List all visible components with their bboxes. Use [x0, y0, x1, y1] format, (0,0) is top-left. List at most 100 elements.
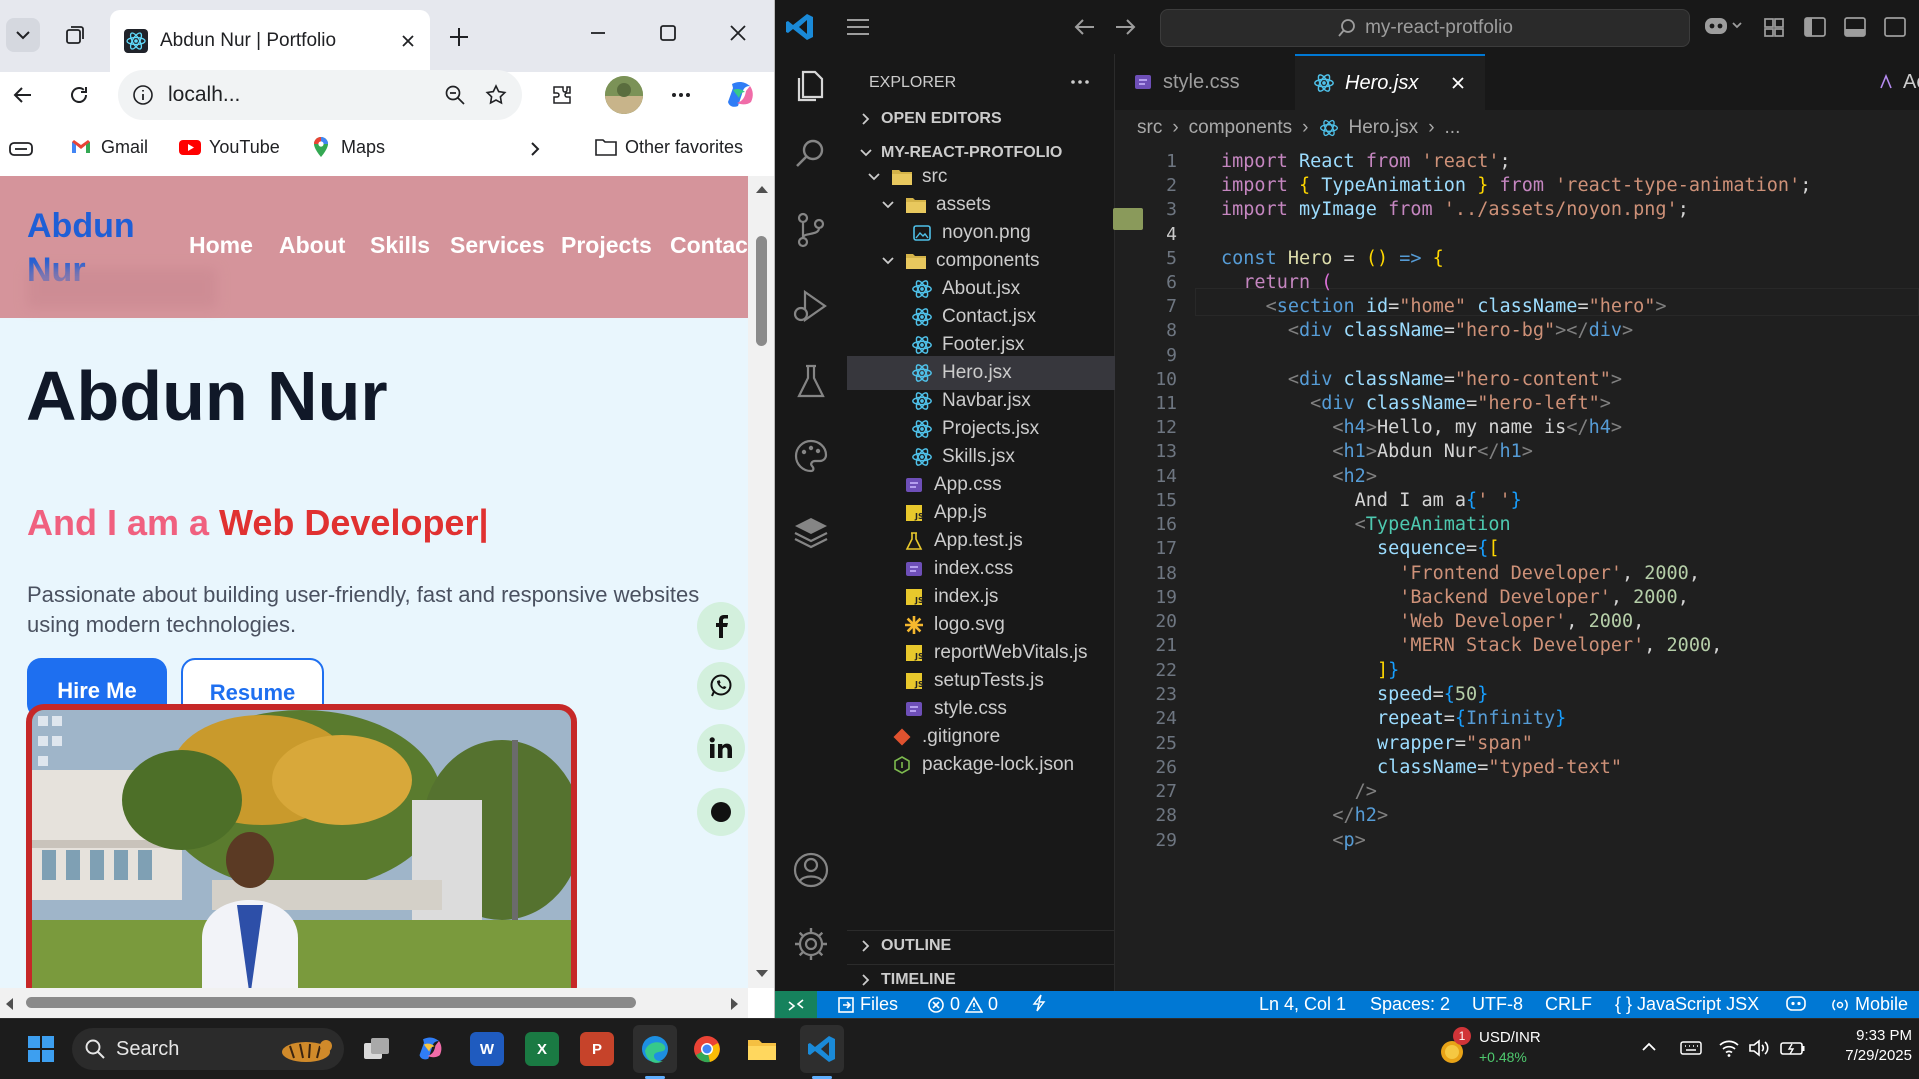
file-tree-item[interactable]: package-lock.json [847, 748, 1115, 782]
nav-projects[interactable]: Projects [561, 232, 652, 259]
favorite-youtube[interactable]: YouTube [178, 136, 280, 158]
tab-actions-chevron-icon[interactable] [6, 18, 40, 52]
file-explorer-app-icon[interactable] [745, 1032, 779, 1066]
themes-palette-icon[interactable] [791, 436, 831, 476]
nav-forward-icon[interactable] [1113, 16, 1137, 38]
favorite-other[interactable]: Other favorites [594, 136, 743, 158]
nav-skills[interactable]: Skills [370, 232, 430, 259]
task-view-icon[interactable] [360, 1032, 394, 1066]
chrome-app-icon[interactable] [690, 1032, 724, 1066]
copilot-status-icon[interactable] [1785, 994, 1807, 1012]
copilot-chat-icon[interactable] [1703, 14, 1745, 38]
breadcrumb-src[interactable]: src [1137, 117, 1162, 139]
tab-close-x-icon[interactable] [1450, 75, 1466, 91]
github-icon[interactable] [697, 788, 745, 836]
tab-overflow[interactable]: Act [1861, 54, 1919, 110]
favorite-maps[interactable]: Maps [310, 136, 385, 158]
taskbar-search[interactable]: Search [72, 1028, 344, 1070]
page-horizontal-scrollbar[interactable] [0, 988, 748, 1018]
mobile-status[interactable]: Mobile [1830, 994, 1908, 1015]
site-info-icon[interactable] [132, 84, 154, 106]
tab-close-icon[interactable] [400, 33, 416, 49]
nav-back-icon[interactable] [1073, 16, 1097, 38]
stock-change: +0.48% [1479, 1049, 1527, 1065]
cursor-position[interactable]: Ln 4, Col 1 [1259, 994, 1346, 1015]
timeline-section[interactable]: TIMELINE [847, 964, 1115, 994]
page-hscroll-thumb[interactable] [26, 997, 636, 1008]
command-center-search[interactable]: my-react-protfolio [1160, 9, 1690, 47]
testing-icon[interactable] [791, 362, 831, 402]
collections-icon[interactable] [6, 136, 36, 162]
keyboard-icon[interactable] [1680, 1039, 1702, 1057]
powerpoint-app-icon[interactable]: P [580, 1032, 614, 1066]
explorer-more-icon[interactable] [1069, 72, 1091, 92]
new-tab-icon[interactable] [442, 20, 476, 54]
address-bar[interactable]: localh... [118, 70, 522, 120]
vscode-app-icon[interactable] [800, 1025, 844, 1073]
extensions-stack-icon[interactable] [791, 512, 831, 552]
nav-contact[interactable]: Contact [670, 232, 748, 259]
breadcrumb-ellipsis[interactable]: ... [1445, 117, 1461, 139]
volume-icon[interactable] [1748, 1038, 1770, 1058]
outline-section[interactable]: OUTLINE [847, 930, 1115, 960]
close-window-icon[interactable] [718, 16, 758, 50]
page-vertical-scrollbar[interactable] [748, 176, 774, 988]
layout-controls-icon[interactable] [1763, 16, 1919, 38]
excel-app-icon[interactable]: X [525, 1032, 559, 1066]
windows-start-icon[interactable] [24, 1032, 58, 1066]
warning-icon [965, 995, 984, 1014]
profile-avatar[interactable] [605, 76, 643, 114]
run-debug-icon[interactable] [791, 286, 831, 326]
tab-portfolio[interactable]: Abdun Nur | Portfolio [110, 10, 430, 72]
favorite-star-icon[interactable] [484, 83, 508, 107]
breadcrumb-hero[interactable]: Hero.jsx [1349, 117, 1419, 139]
stock-widget[interactable]: 1 USD/INR +0.48% [1435, 1027, 1585, 1071]
refresh-icon[interactable] [62, 78, 96, 112]
nav-home[interactable]: Home [189, 232, 253, 259]
problems-status[interactable]: 00 [927, 994, 998, 1015]
page-scroll-thumb[interactable] [756, 236, 767, 346]
search-sidebar-icon[interactable] [791, 134, 831, 174]
minimize-icon[interactable] [578, 16, 618, 50]
accounts-icon[interactable] [791, 850, 831, 890]
encoding-status[interactable]: UTF-8 [1472, 994, 1523, 1015]
editor-tabs: style.css Hero.jsx Act [1115, 54, 1919, 110]
files-status[interactable]: Files [837, 994, 898, 1015]
copilot-icon[interactable] [722, 76, 760, 114]
linkedin-icon[interactable] [697, 724, 745, 772]
settings-gear-icon[interactable] [791, 924, 831, 964]
workspaces-icon[interactable] [58, 18, 92, 52]
menu-hamburger-icon[interactable] [845, 16, 871, 38]
extensions-icon[interactable] [545, 78, 579, 112]
breadcrumb-components[interactable]: components [1189, 117, 1293, 139]
copilot-app-icon[interactable] [414, 1032, 448, 1066]
maximize-icon[interactable] [648, 16, 688, 50]
tab-hero-jsx[interactable]: Hero.jsx [1295, 54, 1485, 110]
source-control-icon[interactable] [791, 210, 831, 250]
battery-icon[interactable] [1780, 1038, 1806, 1058]
open-editors-section[interactable]: OPEN EDITORS [847, 104, 1115, 134]
more-menu-icon[interactable] [664, 78, 698, 112]
remote-indicator-icon[interactable] [775, 991, 817, 1018]
favorite-gmail[interactable]: Gmail [70, 136, 148, 158]
facebook-icon[interactable] [697, 602, 745, 650]
favorites-overflow-chevron-icon[interactable] [522, 136, 548, 162]
explorer-icon[interactable] [791, 66, 831, 106]
language-status[interactable]: { } JavaScript JSX [1615, 994, 1759, 1015]
word-app-icon[interactable]: W [470, 1032, 504, 1066]
back-icon[interactable] [6, 78, 40, 112]
whatsapp-icon[interactable] [697, 662, 745, 710]
nav-services[interactable]: Services [450, 232, 545, 259]
lightning-icon[interactable] [1031, 994, 1047, 1012]
wifi-icon[interactable] [1718, 1038, 1740, 1058]
eol-status[interactable]: CRLF [1545, 994, 1592, 1015]
indentation-status[interactable]: Spaces: 2 [1370, 994, 1450, 1015]
clock[interactable]: 9:33 PM 7/29/2025 [1822, 1027, 1912, 1064]
address-text[interactable]: localh... [168, 83, 444, 107]
nav-about[interactable]: About [279, 232, 345, 259]
zoom-icon[interactable] [444, 84, 466, 106]
edge-app-icon[interactable] [633, 1025, 677, 1073]
code-text[interactable]: import React from 'react'; import { Type… [1115, 146, 1919, 991]
tab-style-css[interactable]: style.css [1115, 54, 1295, 110]
tray-overflow-chevron-icon[interactable] [1640, 1039, 1658, 1055]
